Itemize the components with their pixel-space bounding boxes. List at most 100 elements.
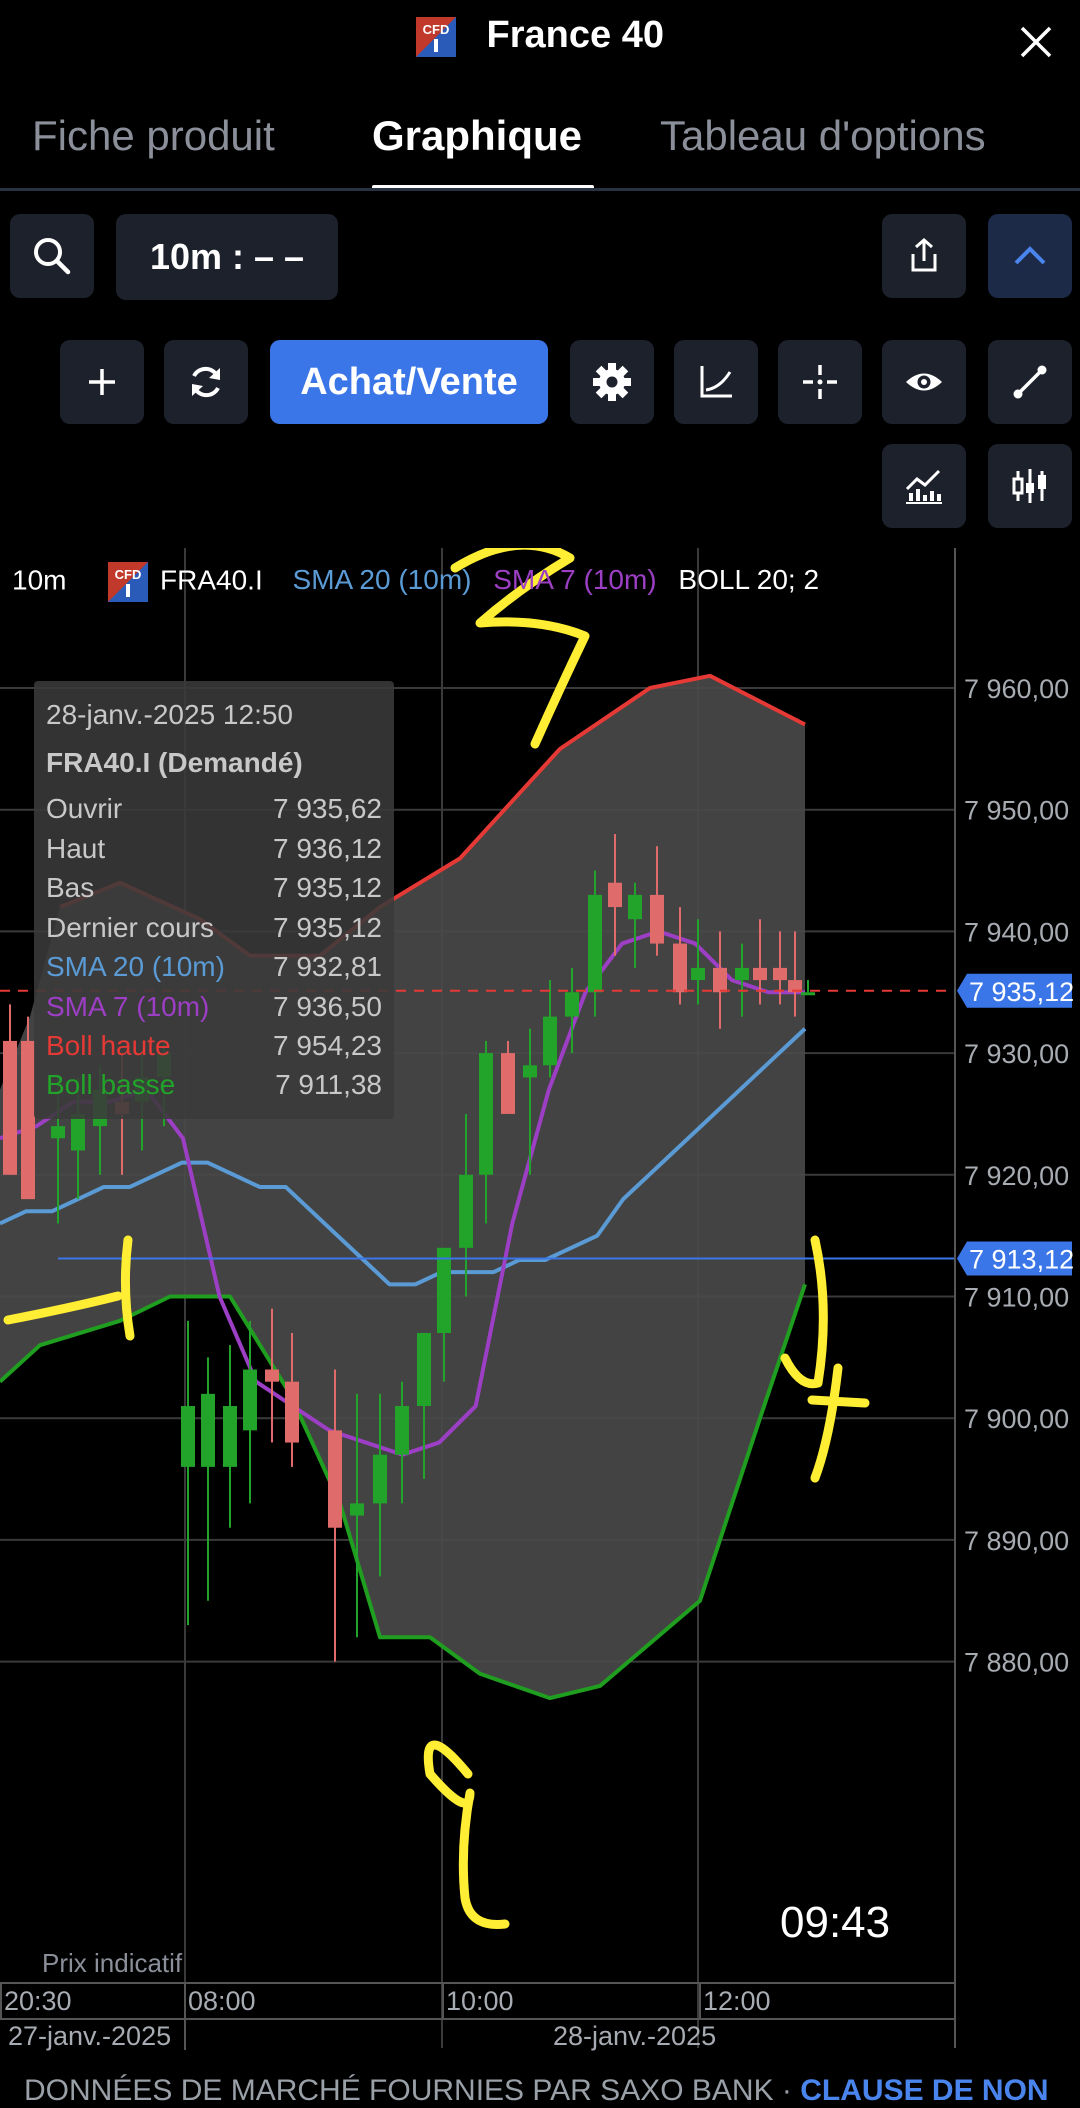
market-data-footer: DONNÉES DE MARCHÉ FOURNIES PAR SAXO BANK… [24, 2074, 1049, 2107]
candle-body [753, 967, 767, 981]
candle-body [523, 1065, 537, 1078]
candle-body [181, 1406, 195, 1467]
candle-body [243, 1369, 257, 1431]
candle-body [773, 967, 787, 981]
candle-body [285, 1381, 299, 1443]
eye-icon [906, 373, 942, 391]
timeframe-selector[interactable]: 10m : – – [116, 214, 338, 300]
tooltip-instrument: FRA40.I (Demandé) [46, 747, 303, 778]
timeframe-label: 10m : – – [149, 236, 305, 277]
curve-button[interactable] [674, 340, 758, 424]
refresh-button[interactable] [164, 340, 248, 424]
share-icon [911, 238, 937, 272]
chart-type-button[interactable] [988, 444, 1072, 528]
candle-body [713, 967, 727, 993]
legend-boll[interactable]: BOLL 20; 2 [678, 564, 819, 595]
candle-body [691, 967, 705, 981]
legend-timeframe: 10m [12, 564, 67, 596]
candle-body [459, 1174, 473, 1248]
x-tick-label: 20:30 [4, 1986, 72, 2016]
price-tag-text: 7 913,12 [969, 1245, 1074, 1275]
x-tick-label: 10:00 [446, 1986, 514, 2016]
candle-body [201, 1393, 215, 1467]
legend-sma20[interactable]: SMA 20 (10m) [293, 564, 472, 595]
tooltip-row-boll-upper: Boll haute 7 954,23 [46, 1030, 382, 1061]
date-label: 28-janv.-2025 [553, 2021, 716, 2051]
indicative-price-label: Prix indicatif [42, 1948, 183, 1978]
x-tick-label: 12:00 [703, 1986, 771, 2016]
buy-sell-label: Achat/Vente [300, 360, 518, 403]
close-icon[interactable] [1014, 20, 1058, 64]
tooltip-row-boll-lower: Boll basse 7 911,38 [46, 1069, 382, 1100]
draw-line-button[interactable] [988, 340, 1072, 424]
x-tick-label: 08:00 [188, 1986, 256, 2016]
legend-symbol[interactable]: FRA40.I [160, 564, 263, 595]
tooltip-row-open: Ouvrir 7 935,62 [46, 793, 382, 824]
y-tick-label: 7 930,00 [964, 1039, 1069, 1069]
candle-body [565, 992, 579, 1017]
tab-fiche-produit[interactable]: Fiche produit [32, 112, 275, 160]
y-tick-label: 7 950,00 [964, 796, 1069, 826]
candle-body [328, 1430, 342, 1528]
tab-tableau-options[interactable]: Tableau d'options [660, 112, 986, 160]
y-tick-label: 7 940,00 [964, 917, 1069, 947]
candle-body [801, 992, 815, 996]
ohlc-tooltip: 28-janv.-2025 12:50 FRA40.I (Demandé) Ou… [34, 681, 394, 1119]
candle-body [350, 1503, 364, 1516]
date-label: 27-janv.-2025 [8, 2021, 171, 2051]
candle-body [71, 1113, 85, 1151]
y-tick-label: 7 900,00 [964, 1404, 1069, 1434]
annotation-2 [423, 1740, 510, 1929]
candle-body [395, 1406, 409, 1455]
candle-body [735, 967, 749, 981]
tooltip-row-high: Haut 7 936,12 [46, 833, 382, 864]
candle-body [501, 1053, 515, 1114]
y-tick-label: 7 880,00 [964, 1648, 1069, 1678]
tooltip-row-sma7: SMA 7 (10m) 7 936,50 [46, 991, 382, 1022]
candle-body [479, 1053, 493, 1175]
y-tick-label: 7 910,00 [964, 1283, 1069, 1313]
indicators-button[interactable] [882, 444, 966, 528]
candle-body [543, 1016, 557, 1066]
y-tick-label: 7 960,00 [964, 674, 1069, 704]
candle-body [437, 1247, 451, 1334]
visibility-button[interactable] [882, 340, 966, 424]
candle-body [223, 1406, 237, 1467]
chart-settings-button[interactable] [570, 340, 654, 424]
candle-body [628, 894, 642, 920]
add-button[interactable] [60, 340, 144, 424]
tooltip-row-last: Dernier cours 7 935,12 [46, 912, 382, 943]
disclaimer-link[interactable]: CLAUSE DE NON [800, 2074, 1048, 2107]
candle-body [3, 1040, 17, 1175]
collapse-toolbar-button[interactable] [988, 214, 1072, 298]
cfd-logo-icon: CFD [108, 562, 149, 602]
refresh-icon [192, 366, 220, 398]
candle-body [265, 1369, 279, 1382]
candle-body [608, 882, 622, 908]
tab-bar: Fiche produit Graphique Tableau d'option… [0, 112, 1080, 192]
y-tick-label: 7 920,00 [964, 1161, 1069, 1191]
y-tick-label: 7 890,00 [964, 1526, 1069, 1556]
candle-body [21, 1040, 35, 1200]
candlestick-icon [1012, 469, 1046, 503]
search-button[interactable] [10, 214, 94, 298]
tab-divider [0, 188, 1080, 191]
tooltip-row-low: Bas 7 935,12 [46, 872, 382, 903]
legend-sma7[interactable]: SMA 7 (10m) [493, 564, 656, 595]
indicator-icon [905, 469, 942, 504]
buy-sell-button[interactable]: Achat/Vente [270, 340, 548, 424]
share-button[interactable] [882, 214, 966, 298]
tooltip-row-sma20: SMA 20 (10m) 7 932,81 [46, 951, 382, 982]
header-title-bar: CFD France 40 [0, 14, 1080, 57]
cfd-logo-icon: CFD [415, 16, 456, 57]
candle-body [673, 943, 687, 993]
gear-icon [593, 363, 631, 401]
page-title: France 40 [486, 14, 664, 56]
clock: 09:43 [780, 1898, 891, 1947]
cfd-logo-text: CFD [115, 567, 142, 582]
chevron-up-icon [1014, 246, 1046, 265]
crosshair-button[interactable] [778, 340, 862, 424]
tab-graphique[interactable]: Graphique [372, 112, 582, 160]
plus-icon [89, 369, 115, 395]
draw-line-icon [1013, 365, 1047, 399]
